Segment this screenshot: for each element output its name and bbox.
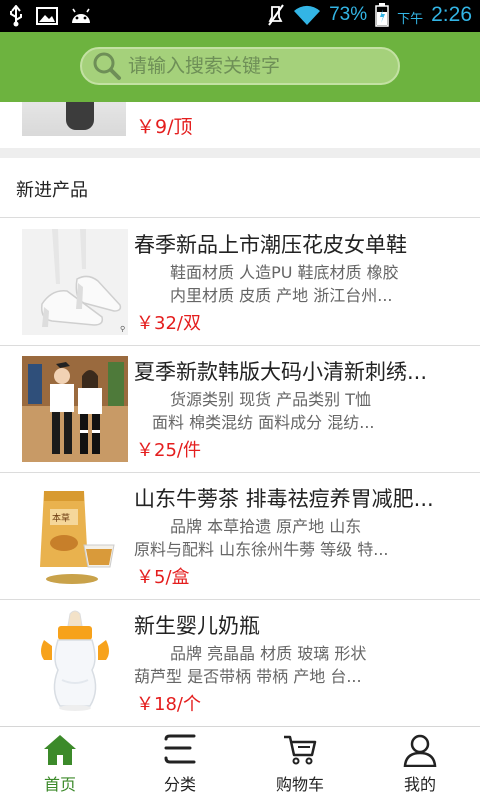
section-divider bbox=[0, 148, 480, 158]
bottom-nav: 首页 分类 购物车 我的 bbox=[0, 726, 480, 800]
product-price: ￥5/盒 bbox=[136, 567, 190, 588]
nav-profile[interactable]: 我的 bbox=[360, 727, 480, 800]
attribute-line: 原料与配料 山东徐州牛蒡 等级 特... bbox=[134, 540, 389, 559]
usb-icon bbox=[10, 5, 22, 27]
product-thumbnail bbox=[22, 610, 128, 716]
product-name: 新生婴儿奶瓶 bbox=[134, 614, 260, 638]
attribute-line: 鞋面材质 人造PU 鞋底材质 橡胶 bbox=[170, 263, 399, 282]
battery-percent: 73% bbox=[329, 4, 368, 25]
search-bar[interactable] bbox=[80, 47, 400, 85]
product-list: ⚲ 春季新品上市潮压花皮女单鞋 鞋面材质 人造PU 鞋底材质 橡胶 内里材质 皮… bbox=[0, 219, 480, 727]
product-price: ￥25/件 bbox=[136, 440, 201, 461]
product-price: ￥18/个 bbox=[136, 694, 201, 715]
product-item[interactable]: 夏季新款韩版大码小清新刺绣... 货源类别 现货 产品类别 T恤 面料 棉类混纺… bbox=[0, 346, 480, 473]
nav-label: 购物车 bbox=[275, 775, 324, 794]
image-icon bbox=[36, 7, 58, 25]
product-price: ￥9/顶 bbox=[136, 116, 193, 138]
time-ampm: 下午 bbox=[397, 11, 424, 27]
user-icon bbox=[403, 734, 437, 767]
home-icon bbox=[44, 735, 76, 765]
app-header bbox=[0, 32, 480, 102]
product-item[interactable]: ⚲ 春季新品上市潮压花皮女单鞋 鞋面材质 人造PU 鞋底材质 橡胶 内里材质 皮… bbox=[0, 219, 480, 346]
product-name: 山东牛蒡茶 排毒祛痘养胃减肥... bbox=[134, 487, 434, 511]
product-price: ￥32/双 bbox=[136, 313, 201, 334]
battery-icon bbox=[375, 3, 389, 27]
wifi-icon bbox=[294, 5, 321, 26]
nav-label: 首页 bbox=[43, 775, 76, 794]
section-title: 新进产品 bbox=[16, 180, 88, 201]
list-item-partial[interactable]: ￥9/顶 bbox=[0, 102, 480, 148]
nav-category[interactable]: 分类 bbox=[120, 727, 240, 800]
mute-icon bbox=[268, 4, 284, 26]
product-thumbnail bbox=[22, 102, 126, 136]
product-name: 春季新品上市潮压花皮女单鞋 bbox=[134, 233, 407, 257]
nav-home[interactable]: 首页 bbox=[0, 727, 120, 800]
product-thumbnail bbox=[22, 356, 128, 462]
search-input[interactable] bbox=[128, 55, 388, 77]
attribute-line: 葫芦型 是否带柄 带柄 产地 台... bbox=[134, 667, 362, 686]
product-attributes: 品牌 本草拾遗 原产地 山东 原料与配料 山东徐州牛蒡 等级 特... bbox=[134, 515, 469, 561]
product-item[interactable]: 本草 山东牛蒡茶 排毒祛痘养胃减肥... 品牌 本草拾遗 原产地 山东 原料与配… bbox=[0, 473, 480, 600]
product-thumbnail: 本草 bbox=[22, 483, 128, 589]
nav-cart[interactable]: 购物车 bbox=[240, 727, 360, 800]
attribute-line: 货源类别 现货 产品类别 T恤 bbox=[170, 390, 372, 409]
product-attributes: 鞋面材质 人造PU 鞋底材质 橡胶 内里材质 皮质 产地 浙江台州... bbox=[134, 261, 469, 307]
product-name: 夏季新款韩版大码小清新刺绣... bbox=[134, 360, 428, 384]
nav-label: 分类 bbox=[163, 775, 196, 794]
svg-text:⚲: ⚲ bbox=[120, 325, 125, 333]
category-icon bbox=[164, 734, 196, 764]
product-attributes: 品牌 亮晶晶 材质 玻璃 形状 葫芦型 是否带柄 带柄 产地 台... bbox=[134, 642, 469, 688]
attribute-line: 品牌 本草拾遗 原产地 山东 bbox=[170, 517, 362, 536]
status-bar: 73% 下午 2:26 bbox=[0, 0, 480, 32]
search-icon bbox=[93, 52, 121, 80]
section-header: 新进产品 bbox=[0, 158, 480, 218]
svg-text:本草: 本草 bbox=[52, 512, 70, 524]
attribute-line: 内里材质 皮质 产地 浙江台州... bbox=[170, 286, 393, 305]
android-icon bbox=[72, 8, 90, 23]
clock: 2:26 bbox=[431, 3, 472, 26]
product-item[interactable]: 新生婴儿奶瓶 品牌 亮晶晶 材质 玻璃 形状 葫芦型 是否带柄 带柄 产地 台.… bbox=[0, 600, 480, 727]
cart-icon bbox=[284, 735, 317, 765]
product-attributes: 货源类别 现货 产品类别 T恤 面料 棉类混纺 面料成分 混纺... bbox=[134, 388, 469, 434]
attribute-line: 面料 棉类混纺 面料成分 混纺... bbox=[152, 413, 375, 432]
product-thumbnail: ⚲ bbox=[22, 229, 128, 335]
nav-label: 我的 bbox=[403, 775, 436, 794]
attribute-line: 品牌 亮晶晶 材质 玻璃 形状 bbox=[170, 644, 367, 663]
